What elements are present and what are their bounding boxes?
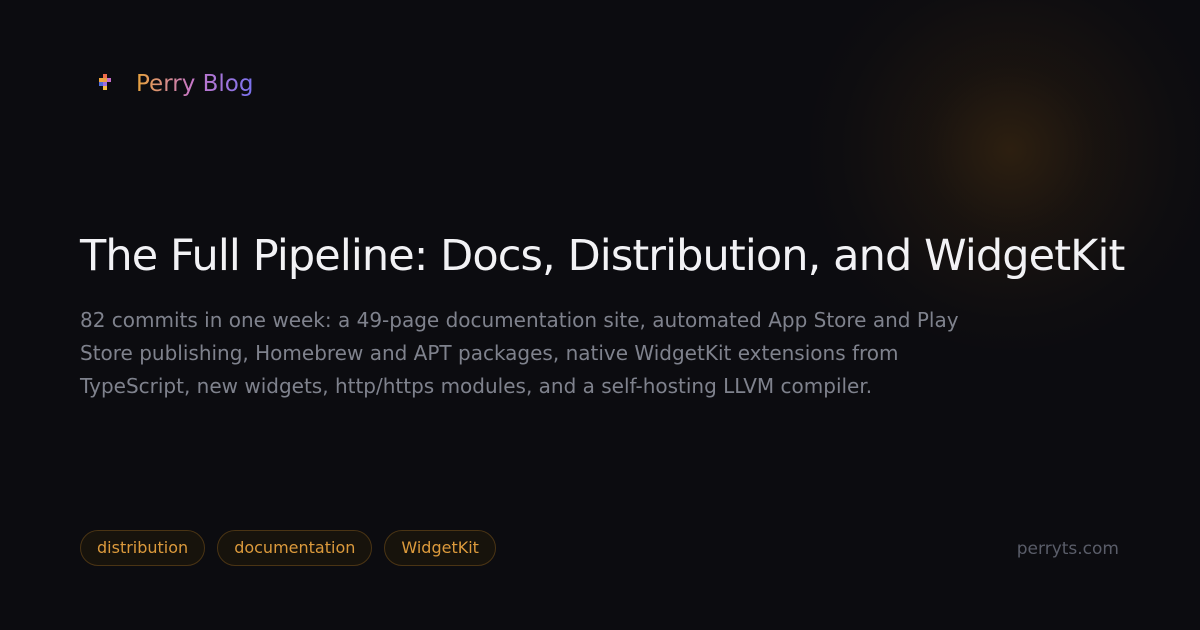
post-title: The Full Pipeline: Docs, Distribution, a… <box>80 231 1125 281</box>
brand-name: Perry Blog <box>136 68 253 100</box>
site-domain: perryts.com <box>1016 539 1119 559</box>
post-summary: 82 commits in one week: a 49-page docume… <box>80 308 959 398</box>
og-card: Perry Blog The Full Pipeline: Docs, Dist… <box>0 0 1200 630</box>
tag-list: distribution documentation WidgetKit <box>80 530 496 566</box>
tag-distribution[interactable]: distribution <box>80 530 206 566</box>
tag-widgetkit[interactable]: WidgetKit <box>384 530 496 566</box>
background-glow <box>810 0 1200 350</box>
tag-documentation[interactable]: documentation <box>217 530 373 566</box>
pixel-cross-logo-icon <box>95 74 115 94</box>
brand[interactable]: Perry Blog <box>95 68 253 100</box>
